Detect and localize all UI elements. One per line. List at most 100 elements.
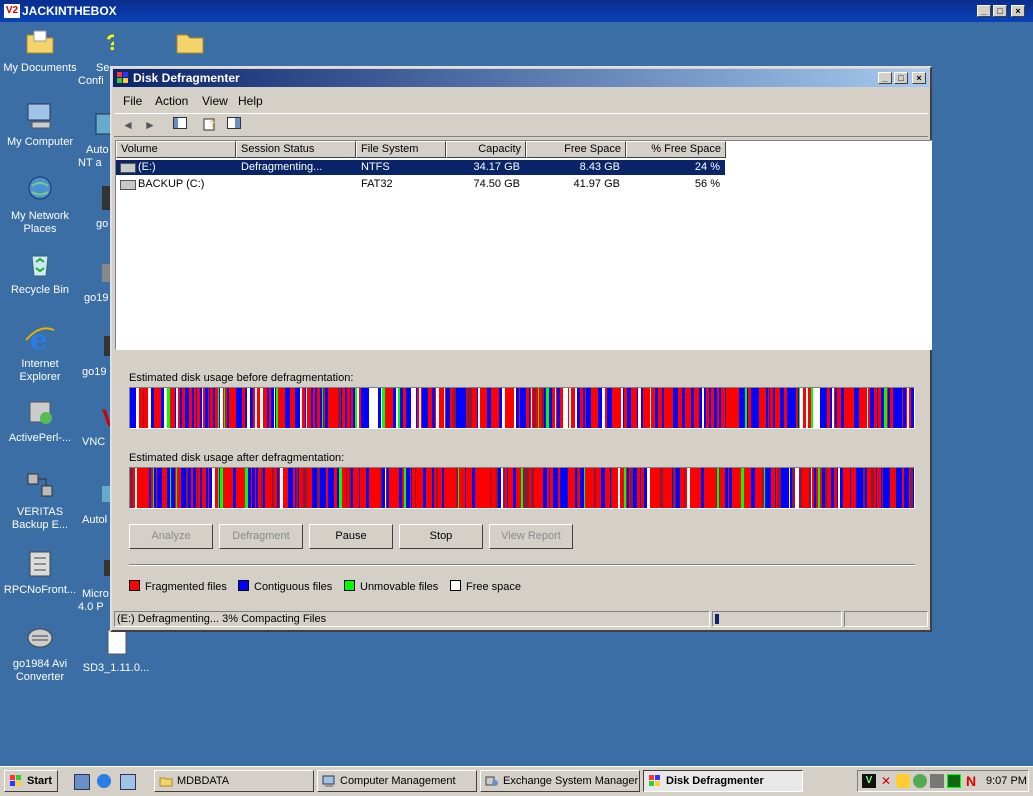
desktop-icon-my-computer[interactable]: My Computer: [2, 100, 78, 149]
progress-panel: [712, 611, 842, 627]
pause-button[interactable]: Pause: [309, 524, 393, 549]
menu-view[interactable]: View: [202, 94, 228, 108]
cluster-stripe: [180, 388, 182, 428]
network-disconnected-icon[interactable]: ✕: [879, 774, 893, 788]
cluster-stripe: [890, 468, 893, 508]
menu-action[interactable]: Action: [155, 94, 188, 108]
desktop-icon-go1984-avi[interactable]: go1984 Avi Converter: [2, 622, 78, 684]
desktop-icon-folder[interactable]: [152, 26, 228, 62]
column-header-capacity[interactable]: Capacity: [446, 141, 526, 158]
cluster-stripe: [393, 468, 396, 508]
cluster-stripe: [447, 388, 450, 428]
sync-icon[interactable]: [913, 774, 927, 788]
desktop-icon-activeperl[interactable]: ActivePerl-...: [2, 396, 78, 445]
forward-arrow-icon[interactable]: ►: [141, 117, 159, 133]
desktop-icon-recycle-bin[interactable]: Recycle Bin: [2, 248, 78, 297]
desktop-icon-col2[interactable]: V VNC: [78, 400, 110, 449]
cluster-stripe: [308, 388, 311, 428]
desktop-icon-my-documents[interactable]: My Documents: [2, 26, 78, 75]
cluster-stripe: [180, 468, 181, 508]
table-row[interactable]: (E:) Defragmenting... NTFS 34.17 GB 8.43…: [116, 160, 725, 175]
cluster-stripe: [650, 388, 651, 428]
task-disk-defragmenter[interactable]: Disk Defragmenter: [643, 770, 803, 792]
security-shield-icon[interactable]: [896, 774, 910, 788]
task-computer-management[interactable]: Computer Management: [317, 770, 477, 792]
cluster-stripe: [439, 388, 441, 428]
cluster-stripe: [465, 468, 466, 508]
vnc-minimize-button[interactable]: _: [977, 5, 991, 17]
column-header-session-status[interactable]: Session Status: [236, 141, 356, 158]
cluster-stripe: [434, 388, 435, 428]
desktop-icon-col2[interactable]: go19: [78, 256, 110, 305]
column-header-volume[interactable]: Volume: [116, 141, 236, 158]
stop-button[interactable]: Stop: [399, 524, 483, 549]
cluster-stripe: [176, 388, 178, 428]
window-close-button[interactable]: ×: [912, 72, 926, 84]
column-header-pct-free-space[interactable]: % Free Space: [626, 141, 726, 158]
window-minimize-button[interactable]: _: [878, 72, 892, 84]
vnc-close-button[interactable]: ×: [1011, 5, 1025, 17]
cluster-stripe: [771, 388, 773, 428]
cluster-stripe: [655, 468, 656, 508]
printer-icon[interactable]: [930, 774, 944, 788]
cluster-stripe: [811, 468, 812, 508]
task-exchange-system-manager[interactable]: Exchange System Manager: [480, 770, 640, 792]
menu-file[interactable]: File: [123, 94, 142, 108]
cluster-stripe: [598, 388, 599, 428]
cluster-stripe: [799, 388, 800, 428]
properties-icon[interactable]: ?: [201, 117, 219, 133]
desktop-icon-sd3[interactable]: SD3_1.11.0...: [78, 626, 154, 675]
clock[interactable]: 9:07 PM: [986, 774, 1027, 788]
ie-quicklaunch-icon[interactable]: [97, 774, 111, 788]
show-desktop-icon[interactable]: [74, 774, 90, 790]
desktop-icon-veritas[interactable]: VERITAS Backup E...: [2, 470, 78, 532]
cluster-stripe: [685, 468, 686, 508]
cluster-stripe: [530, 388, 531, 428]
vnc-maximize-button[interactable]: □: [993, 5, 1007, 17]
cluster-stripe: [850, 468, 851, 508]
cluster-stripe: [387, 468, 389, 508]
cell-capacity: 34.17 GB: [473, 161, 520, 173]
desktop-icon-col2[interactable]: ? Se Confi: [78, 26, 114, 88]
column-header-free-space[interactable]: Free Space: [526, 141, 626, 158]
defragment-button[interactable]: Defragment: [219, 524, 303, 549]
cluster-stripe: [245, 388, 247, 428]
cluster-stripe: [359, 388, 361, 428]
start-button[interactable]: Start: [4, 770, 58, 792]
desktop-icon-rpcnofront[interactable]: RPCNoFront...: [2, 548, 78, 597]
cell-capacity: 74.50 GB: [473, 178, 520, 190]
desktop-icon-col2[interactable]: Autol: [78, 478, 110, 527]
menu-help[interactable]: Help: [238, 94, 263, 108]
analyze-button[interactable]: Analyze: [129, 524, 213, 549]
vnc-title: JACKINTHEBOX: [22, 4, 117, 18]
desktop-icon-col2[interactable]: Auto NT a: [78, 108, 110, 170]
desktop-icon-col2[interactable]: go: [78, 182, 110, 231]
view-report-button[interactable]: View Report: [489, 524, 573, 549]
cluster-stripe: [505, 388, 508, 428]
desktop-icon-col2[interactable]: go19: [78, 330, 110, 379]
cluster-stripe: [453, 388, 456, 428]
table-row[interactable]: BACKUP (C:) FAT32 74.50 GB 41.97 GB 56 %: [116, 177, 725, 192]
window-title-bar[interactable]: Disk Defragmenter _ □ ×: [113, 69, 929, 87]
desktop-icon-internet-explorer[interactable]: e Internet Explorer: [2, 322, 78, 384]
back-arrow-icon[interactable]: ◄: [119, 117, 137, 133]
desktop-icon-col2[interactable]: Micro 4.0 P: [78, 552, 110, 614]
task-mdbdata[interactable]: MDBDATA: [154, 770, 314, 792]
show-hide-tree-icon[interactable]: [171, 117, 189, 133]
cluster-stripe: [684, 388, 685, 428]
norton-icon[interactable]: N: [964, 773, 978, 789]
cluster-stripe: [227, 468, 230, 508]
vnc-tray-icon[interactable]: V: [862, 774, 876, 788]
cell-free-space: 41.97 GB: [573, 178, 620, 190]
help-topics-icon[interactable]: [225, 117, 243, 133]
monitor-icon[interactable]: [947, 774, 961, 788]
column-header-file-system[interactable]: File System: [356, 141, 446, 158]
cluster-stripe: [239, 468, 242, 508]
window-maximize-button[interactable]: □: [894, 72, 908, 84]
desktop-icon-network[interactable]: My Network Places: [2, 174, 78, 236]
cluster-stripe: [257, 388, 260, 428]
cluster-stripe: [290, 468, 293, 508]
cluster-stripe: [474, 388, 477, 428]
explorer-quicklaunch-icon[interactable]: [120, 774, 136, 790]
cluster-stripe: [248, 468, 251, 508]
